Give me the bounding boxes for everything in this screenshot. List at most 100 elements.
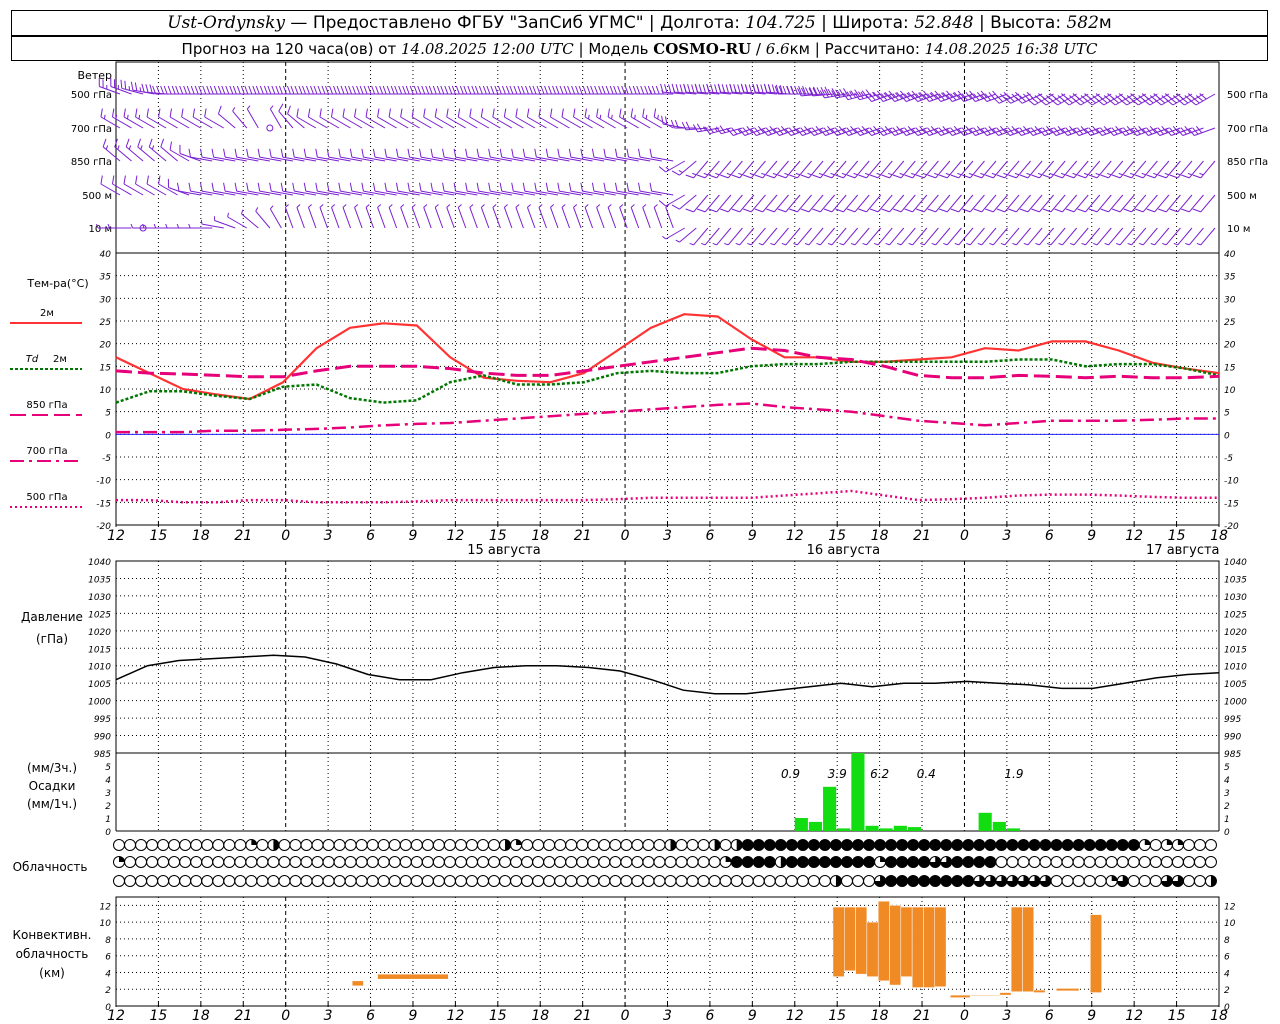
conv-xaxis-tick-label: 6 [366,1008,375,1024]
wind-barb [255,210,271,229]
wind-barb [550,116,570,129]
cloud-symbol [1072,856,1085,868]
wind-barb [831,194,847,213]
wind-barb [123,116,144,129]
temp-xaxis-tick-label: 0 [960,528,969,544]
temp-xaxis-tick-label: 18 [871,528,889,544]
precip-bar [907,827,922,831]
temp-ytick-right: 0 [1224,431,1230,441]
wind-barb [317,156,340,162]
wind-barb-feather [1054,174,1063,179]
wind-barb [411,207,421,229]
wind-barb-feather [423,204,428,208]
wind-barb-feather [869,208,879,213]
cloud-symbol [1028,856,1041,868]
cloud-symbol [675,856,688,868]
cloud-symbol [179,839,192,851]
wind-barb-feather [850,242,856,246]
wind-barb [797,227,812,246]
cloud-symbol [399,875,412,887]
cloud-symbol [179,856,192,868]
temp-ytick-left: 5 [105,409,111,419]
wind-barb [204,116,224,129]
wind-barb [351,156,374,162]
wind-barb-feather [1012,242,1017,246]
wind-barb [527,116,547,129]
cloud-symbol [752,856,765,868]
wind-level-label-left: 500 м [82,191,112,202]
wind-barb [1194,127,1216,136]
cloud-symbol [785,856,798,868]
cloud-symbol [863,875,876,887]
wind-barb-feather [188,182,192,192]
wind-barb-feather [434,108,438,118]
cloud-symbol [1116,856,1129,868]
wind-barb-feather [1076,127,1084,135]
wind-barb [1200,227,1216,246]
wind-barb-feather [630,204,635,208]
precip-ytick-left: 0 [105,828,111,838]
wind-barb-feather [125,138,130,148]
meteogram: Ветер 500 гПа 500 гПа 700 гПа 700 гПа 850 гПа… [10,61,1268,1024]
cloud-symbol [620,856,633,868]
precip-ytick-right: 2 [1224,802,1230,812]
precip-annotation: 0.4 [917,767,936,781]
wind-barb-feather [111,108,115,118]
wind-barb-feather [204,108,207,118]
wind-barb [1027,160,1043,179]
pressure-ytick-right: 1020 [1224,628,1247,638]
wind-barb [1027,227,1043,246]
wind-barb-feather [742,127,749,135]
wind-barb-feather [582,85,587,95]
wind-barb-feather [365,204,370,208]
temp-series-line [116,489,1219,504]
precip-ytick-left: 2 [105,802,111,812]
wind-barb-feather [653,204,658,208]
wind-barb-feather [853,172,858,176]
wind-barb-feather [869,174,879,179]
wind-barb-feather [326,182,330,192]
cloud-symbol [311,856,324,868]
wind-barb [946,160,962,179]
wind-barb [704,160,720,179]
wind-barb-feather [644,85,649,95]
wind-barb-feather [1199,172,1204,176]
wind-barb-feather [348,85,353,95]
cloud-symbol [576,856,589,868]
cloud-symbol [421,875,434,887]
conv-ytick-left: 6 [105,953,111,963]
cloud-fill [714,839,721,851]
wind-barb-feather [134,82,138,91]
wind-barb-feather [158,108,161,118]
wind-barb [319,207,328,229]
wind-barb-feather [130,223,134,229]
wind-barb [1177,227,1193,246]
wind-barb-feather [720,174,729,179]
temp-xaxis-tick-label: 21 [913,528,931,544]
temp-xaxis-tick-label: 0 [621,528,630,544]
cloud-symbol [741,839,754,851]
wind-barb-feather [536,85,541,95]
wind-barb-feather [190,85,195,95]
wind-barb [639,190,662,196]
cloud-symbol [322,875,335,887]
wind-barb [616,156,639,162]
cloud-symbol [642,856,655,868]
wind-barb-feather [1123,174,1132,179]
wind-barb [727,194,743,213]
wind-barb [693,227,709,246]
wind-barb-feather [1007,127,1015,135]
wind-barb-feather [421,85,426,95]
cloud-symbol [752,839,765,851]
wind-barb-feather [1134,127,1141,135]
wind-barb-feather [744,84,749,93]
wind-barb [1188,160,1204,179]
wind-barb-feather [120,79,123,89]
cloud-symbol [840,875,853,887]
wind-barb-feather [664,84,668,93]
cloud-symbol [896,839,909,851]
wind-barb-feather [186,85,191,95]
wind-barb-feather [545,148,549,158]
wind-barb-feather [151,145,155,150]
cloud-symbol [686,856,699,868]
